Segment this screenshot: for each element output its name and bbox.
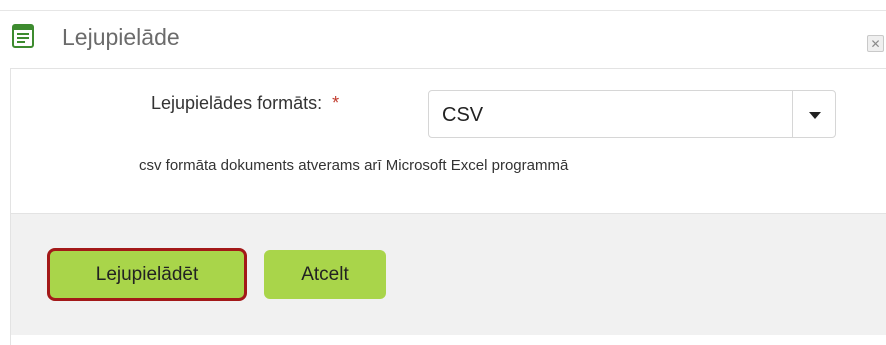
chevron-down-icon[interactable] [792, 91, 835, 137]
format-select-value: CSV [442, 104, 484, 126]
dialog-footer: Lejupielādēt Atcelt [10, 213, 886, 335]
required-marker: * [332, 93, 340, 113]
format-hint: csv formāta dokuments atverams arī Micro… [139, 157, 569, 174]
format-label-text: Lejupielādes formāts: [151, 93, 323, 113]
dialog-titlebar: Lejupielāde ✕ [0, 10, 886, 69]
format-select[interactable]: CSV [428, 90, 836, 138]
download-button[interactable]: Lejupielādēt [47, 248, 247, 301]
cancel-button[interactable]: Atcelt [264, 250, 386, 299]
close-icon[interactable]: ✕ [867, 35, 884, 52]
dialog-title: Lejupielāde [62, 24, 180, 50]
form-icon [12, 24, 34, 48]
download-dialog: Lejupielāde ✕ Lejupielādes formāts: * CSV… [0, 0, 886, 345]
format-label: Lejupielādes formāts: * [151, 92, 339, 114]
